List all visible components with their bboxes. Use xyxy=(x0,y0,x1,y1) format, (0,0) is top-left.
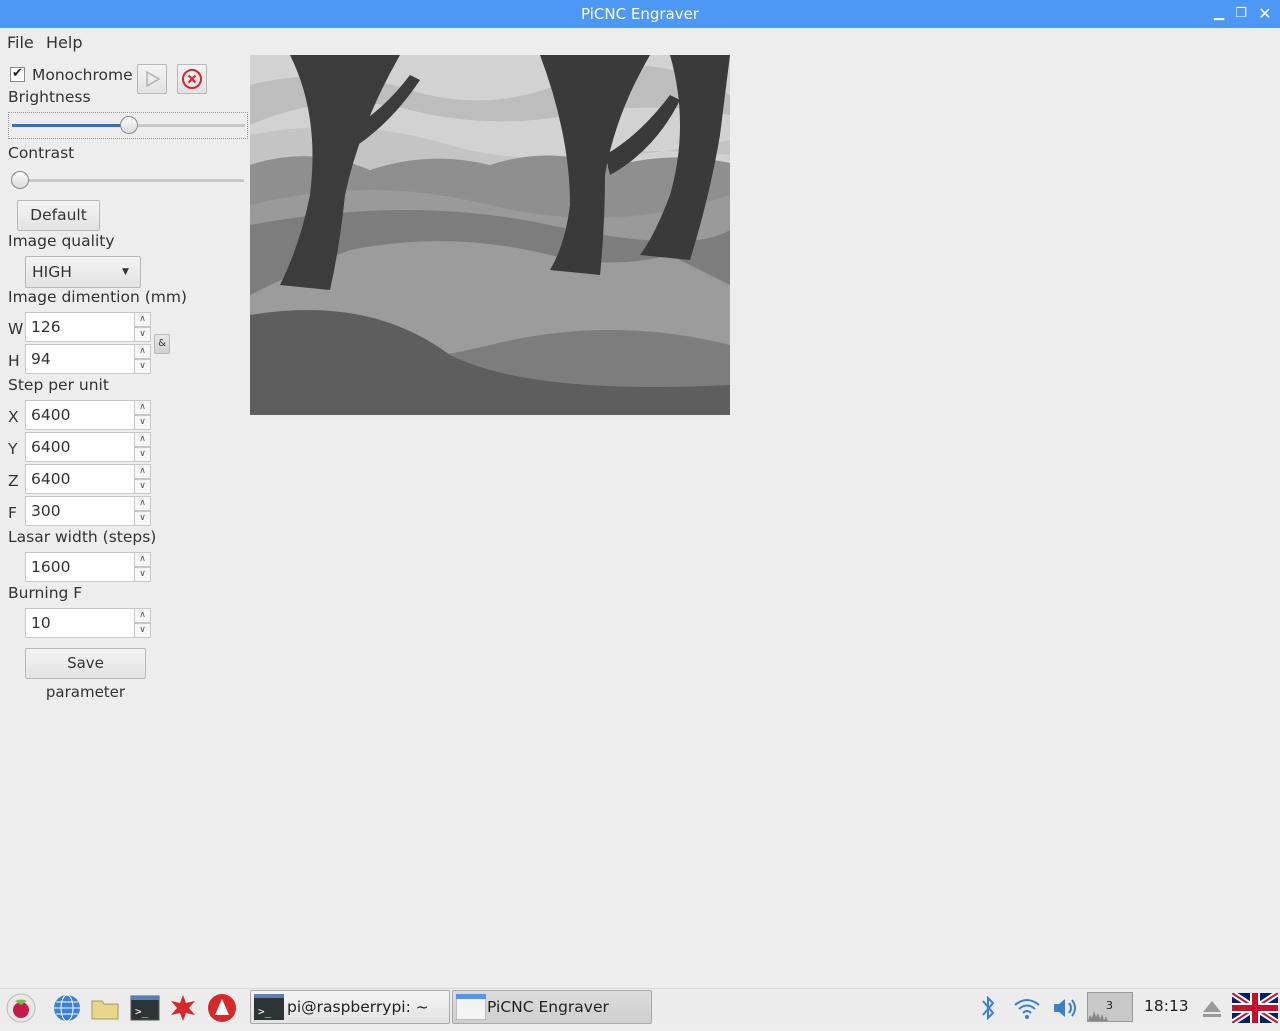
menu-file[interactable]: File xyxy=(7,33,34,52)
brightness-fill xyxy=(12,124,129,127)
y-down-icon[interactable]: ∨ xyxy=(134,447,151,462)
laser-width-spinbox[interactable]: 1600 ∧ ∨ xyxy=(25,552,153,582)
stop-button[interactable] xyxy=(177,64,207,94)
close-icon[interactable]: ✕ xyxy=(1254,0,1276,28)
f-down-icon[interactable]: ∨ xyxy=(134,511,151,526)
laser-width-down-icon[interactable]: ∨ xyxy=(134,567,151,582)
clock: 18:13 xyxy=(1144,997,1189,1015)
file-manager-icon[interactable] xyxy=(90,993,120,1023)
volume-icon[interactable] xyxy=(1050,993,1080,1023)
f-up-icon[interactable]: ∧ xyxy=(134,496,151,511)
z-input[interactable]: 6400 xyxy=(25,464,135,494)
terminal-task-icon: >_ xyxy=(254,994,284,1020)
task-picnc-label: PiCNC Engraver xyxy=(487,998,609,1016)
minimize-icon[interactable]: ▁ xyxy=(1208,0,1230,28)
play-icon xyxy=(146,70,161,88)
browser-icon[interactable] xyxy=(52,993,82,1023)
z-axis-label: Z xyxy=(8,472,19,490)
width-axis-label: W xyxy=(8,320,24,338)
dropdown-arrow-icon: ▼ xyxy=(122,267,129,277)
laser-width-label: Lasar width (steps) xyxy=(8,528,157,546)
menu-help[interactable]: Help xyxy=(46,33,82,52)
width-spinbox[interactable]: 126 ∧ ∨ xyxy=(25,312,153,342)
image-quality-select[interactable]: HIGH ▼ xyxy=(25,256,141,288)
image-quality-label: Image quality xyxy=(8,232,115,250)
burning-f-up-icon[interactable]: ∧ xyxy=(134,608,151,623)
x-up-icon[interactable]: ∧ xyxy=(134,400,151,415)
z-spinbox[interactable]: 6400 ∧ ∨ xyxy=(25,464,153,494)
save-parameter-button[interactable]: Save parameter xyxy=(25,648,146,701)
f-axis-label: F xyxy=(8,504,17,522)
height-input[interactable]: 94 xyxy=(25,344,135,374)
image-dimension-label: Image dimention (mm) xyxy=(8,288,187,306)
math-kernel-icon[interactable] xyxy=(168,993,198,1023)
default-button[interactable]: Default xyxy=(17,200,100,231)
task-terminal[interactable]: >_ pi@raspberrypi: ~ xyxy=(250,990,450,1024)
burning-f-spinbox[interactable]: 10 ∧ ∨ xyxy=(25,608,153,638)
step-per-unit-label: Step per unit xyxy=(8,376,109,394)
burning-f-input[interactable]: 10 xyxy=(25,608,135,638)
stop-icon xyxy=(182,69,202,89)
y-up-icon[interactable]: ∧ xyxy=(134,432,151,447)
raspberry-menu-icon[interactable] xyxy=(6,993,36,1023)
cpu-value: 3 xyxy=(1106,999,1113,1012)
y-spinbox[interactable]: 6400 ∧ ∨ xyxy=(25,432,153,462)
window-title: PiCNC Engraver xyxy=(581,5,699,23)
contrast-label: Contrast xyxy=(8,144,75,162)
contrast-track xyxy=(11,179,244,182)
terminal-icon[interactable]: >_ xyxy=(130,993,160,1023)
width-input[interactable]: 126 xyxy=(25,312,135,342)
wifi-icon[interactable] xyxy=(1012,993,1042,1023)
monochrome-checkbox[interactable]: ✔ xyxy=(10,67,25,82)
height-axis-label: H xyxy=(8,352,20,370)
task-picnc[interactable]: PiCNC Engraver xyxy=(452,990,652,1024)
play-button[interactable] xyxy=(137,64,167,94)
f-spinbox[interactable]: 300 ∧ ∨ xyxy=(25,496,153,526)
x-down-icon[interactable]: ∨ xyxy=(134,415,151,430)
y-input[interactable]: 6400 xyxy=(25,432,135,462)
image-quality-value: HIGH xyxy=(32,263,72,281)
burning-f-label: Burning F xyxy=(8,584,83,602)
height-down-icon[interactable]: ∨ xyxy=(134,359,151,374)
bluetooth-icon[interactable] xyxy=(975,993,1005,1023)
app-window-icon xyxy=(455,993,487,1021)
brightness-slider[interactable] xyxy=(8,112,248,139)
forest-preview-image xyxy=(250,55,730,415)
title-bar: PiCNC Engraver xyxy=(0,0,1280,28)
y-axis-label: Y xyxy=(8,440,18,458)
f-input[interactable]: 300 xyxy=(25,496,135,526)
contrast-slider[interactable] xyxy=(8,168,248,193)
x-input[interactable]: 6400 xyxy=(25,400,135,430)
taskbar: >_ >_ pi@raspberrypi: ~ PiCNC Engraver 3… xyxy=(0,988,1280,1026)
burning-f-down-icon[interactable]: ∨ xyxy=(134,623,151,638)
z-down-icon[interactable]: ∨ xyxy=(134,479,151,494)
width-down-icon[interactable]: ∨ xyxy=(134,327,151,342)
svg-text:>_: >_ xyxy=(135,1005,149,1018)
maximize-icon[interactable]: ❐ xyxy=(1230,0,1252,28)
wolfram-icon[interactable] xyxy=(207,993,237,1023)
height-up-icon[interactable]: ∧ xyxy=(134,344,151,359)
cpu-monitor[interactable]: 3 xyxy=(1087,992,1133,1022)
link-ratio-button[interactable]: & xyxy=(154,334,170,354)
monochrome-label: Monochrome xyxy=(32,66,133,84)
eject-icon[interactable] xyxy=(1197,993,1227,1023)
z-up-icon[interactable]: ∧ xyxy=(134,464,151,479)
menu-bar: File Help xyxy=(0,28,1280,56)
contrast-handle[interactable] xyxy=(11,171,29,189)
svg-text:>_: >_ xyxy=(258,1005,272,1018)
x-axis-label: X xyxy=(8,408,19,426)
uk-flag-icon[interactable] xyxy=(1230,990,1280,1026)
brightness-label: Brightness xyxy=(8,88,91,106)
brightness-handle[interactable] xyxy=(119,116,138,134)
x-spinbox[interactable]: 6400 ∧ ∨ xyxy=(25,400,153,430)
task-terminal-label: pi@raspberrypi: ~ xyxy=(287,998,429,1016)
width-up-icon[interactable]: ∧ xyxy=(134,312,151,327)
height-spinbox[interactable]: 94 ∧ ∨ xyxy=(25,344,153,374)
image-preview xyxy=(250,55,730,415)
laser-width-input[interactable]: 1600 xyxy=(25,552,135,582)
laser-width-up-icon[interactable]: ∧ xyxy=(134,552,151,567)
